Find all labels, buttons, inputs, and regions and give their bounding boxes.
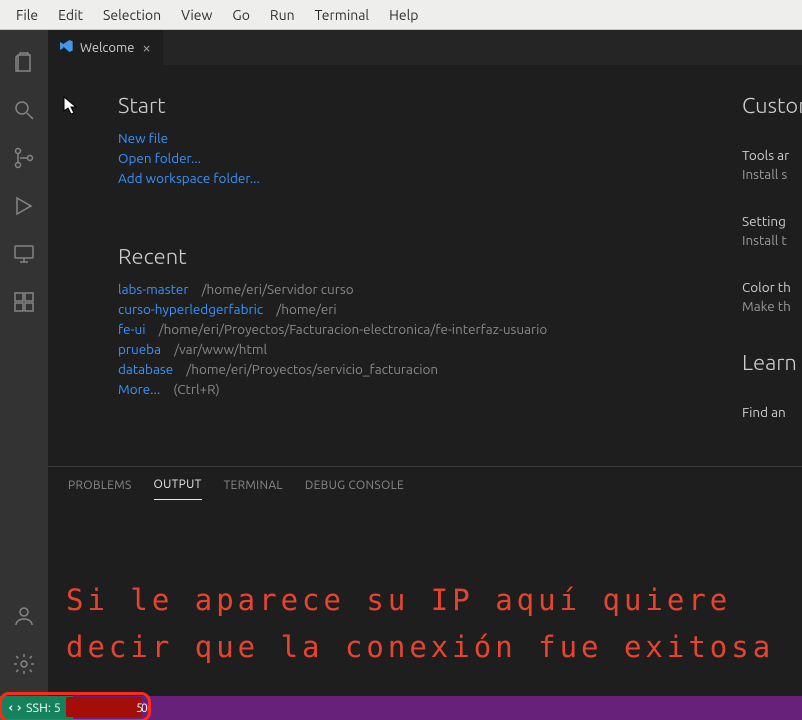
accounts-icon[interactable] [0, 592, 48, 640]
recent-item[interactable]: fe-ui /home/eri/Proyectos/Facturacion-el… [118, 319, 742, 339]
settings-gear-icon[interactable] [0, 640, 48, 688]
customize-settings[interactable]: Setting Install t [742, 212, 802, 250]
recent-path: /home/eri/Servidor curso [202, 281, 354, 297]
recent-item[interactable]: curso-hyperledgerfabric /home/eri [118, 299, 742, 319]
vscode-icon [58, 38, 74, 57]
customize-heading: Custon [742, 93, 802, 118]
remote-explorer-icon[interactable] [0, 230, 48, 278]
mouse-cursor-icon [62, 96, 80, 116]
recent-item[interactable]: database /home/eri/Proyectos/servicio_fa… [118, 359, 742, 379]
panel-body[interactable]: Si le aparece su IP aquí quiere decir qu… [48, 503, 802, 696]
remote-suffix: 5 [136, 701, 143, 715]
tab-welcome[interactable]: Welcome × [48, 30, 163, 65]
run-debug-icon[interactable] [0, 182, 48, 230]
recent-more-hint: (Ctrl+R) [173, 381, 220, 397]
source-control-icon[interactable] [0, 134, 48, 182]
menu-selection[interactable]: Selection [93, 3, 171, 27]
tab-label: Welcome [80, 41, 134, 55]
learn-heading: Learn [742, 350, 802, 375]
learn-find[interactable]: Find an [742, 403, 802, 422]
menu-help[interactable]: Help [379, 3, 428, 27]
recent-path: /var/www/html [174, 341, 267, 357]
panel-tabs: PROBLEMS OUTPUT TERMINAL DEBUG CONSOLE [48, 467, 802, 503]
customize-tools[interactable]: Tools ar Install s [742, 146, 802, 184]
panel-tab-terminal[interactable]: TERMINAL [224, 471, 283, 500]
menu-bar: File Edit Selection View Go Run Terminal… [0, 0, 802, 30]
panel-tab-debug-console[interactable]: DEBUG CONSOLE [305, 471, 404, 500]
editor-area: Welcome × Start New file Open folder... … [48, 30, 802, 696]
recent-name[interactable]: labs-master [118, 281, 188, 297]
status-bar: SSH: 5 5 0 0 [0, 696, 802, 720]
close-icon[interactable]: × [140, 39, 152, 56]
activity-bar [0, 30, 48, 696]
welcome-page: Start New file Open folder... Add worksp… [48, 65, 802, 466]
recent-name[interactable]: curso-hyperledgerfabric [118, 301, 263, 317]
recent-path: /home/eri [276, 301, 336, 317]
recent-item[interactable]: prueba /var/www/html [118, 339, 742, 359]
tab-bar: Welcome × [48, 30, 802, 65]
menu-edit[interactable]: Edit [48, 3, 93, 27]
start-heading: Start [118, 93, 742, 118]
bottom-panel: PROBLEMS OUTPUT TERMINAL DEBUG CONSOLE S… [48, 466, 802, 696]
menu-run[interactable]: Run [260, 3, 305, 27]
recent-name[interactable]: database [118, 361, 173, 377]
menu-view[interactable]: View [171, 3, 222, 27]
annotation-text: Si le aparece su IP aquí quiere decir qu… [66, 577, 774, 671]
recent-path: /home/eri/Proyectos/servicio_facturacion [186, 361, 438, 377]
customize-theme[interactable]: Color th Make th [742, 278, 802, 316]
recent-item[interactable]: labs-master /home/eri/Servidor curso [118, 279, 742, 299]
explorer-icon[interactable] [0, 38, 48, 86]
remote-label: SSH: 5 [26, 701, 61, 715]
redaction-block [66, 697, 142, 717]
panel-tab-output[interactable]: OUTPUT [154, 470, 202, 500]
extensions-icon[interactable] [0, 278, 48, 326]
open-folder-link[interactable]: Open folder... [118, 148, 742, 168]
recent-path: /home/eri/Proyectos/Facturacion-electron… [159, 321, 548, 337]
remote-indicator[interactable]: SSH: 5 5 [0, 696, 73, 720]
search-icon[interactable] [0, 86, 48, 134]
recent-name[interactable]: fe-ui [118, 321, 145, 337]
menu-file[interactable]: File [6, 3, 48, 27]
remote-icon [8, 701, 22, 715]
menu-terminal[interactable]: Terminal [305, 3, 380, 27]
recent-name[interactable]: prueba [118, 341, 161, 357]
panel-tab-problems[interactable]: PROBLEMS [68, 471, 132, 500]
recent-more-link[interactable]: More... [118, 381, 160, 397]
new-file-link[interactable]: New file [118, 128, 742, 148]
add-workspace-link[interactable]: Add workspace folder... [118, 168, 742, 188]
recent-heading: Recent [118, 244, 742, 269]
menu-go[interactable]: Go [222, 3, 259, 27]
